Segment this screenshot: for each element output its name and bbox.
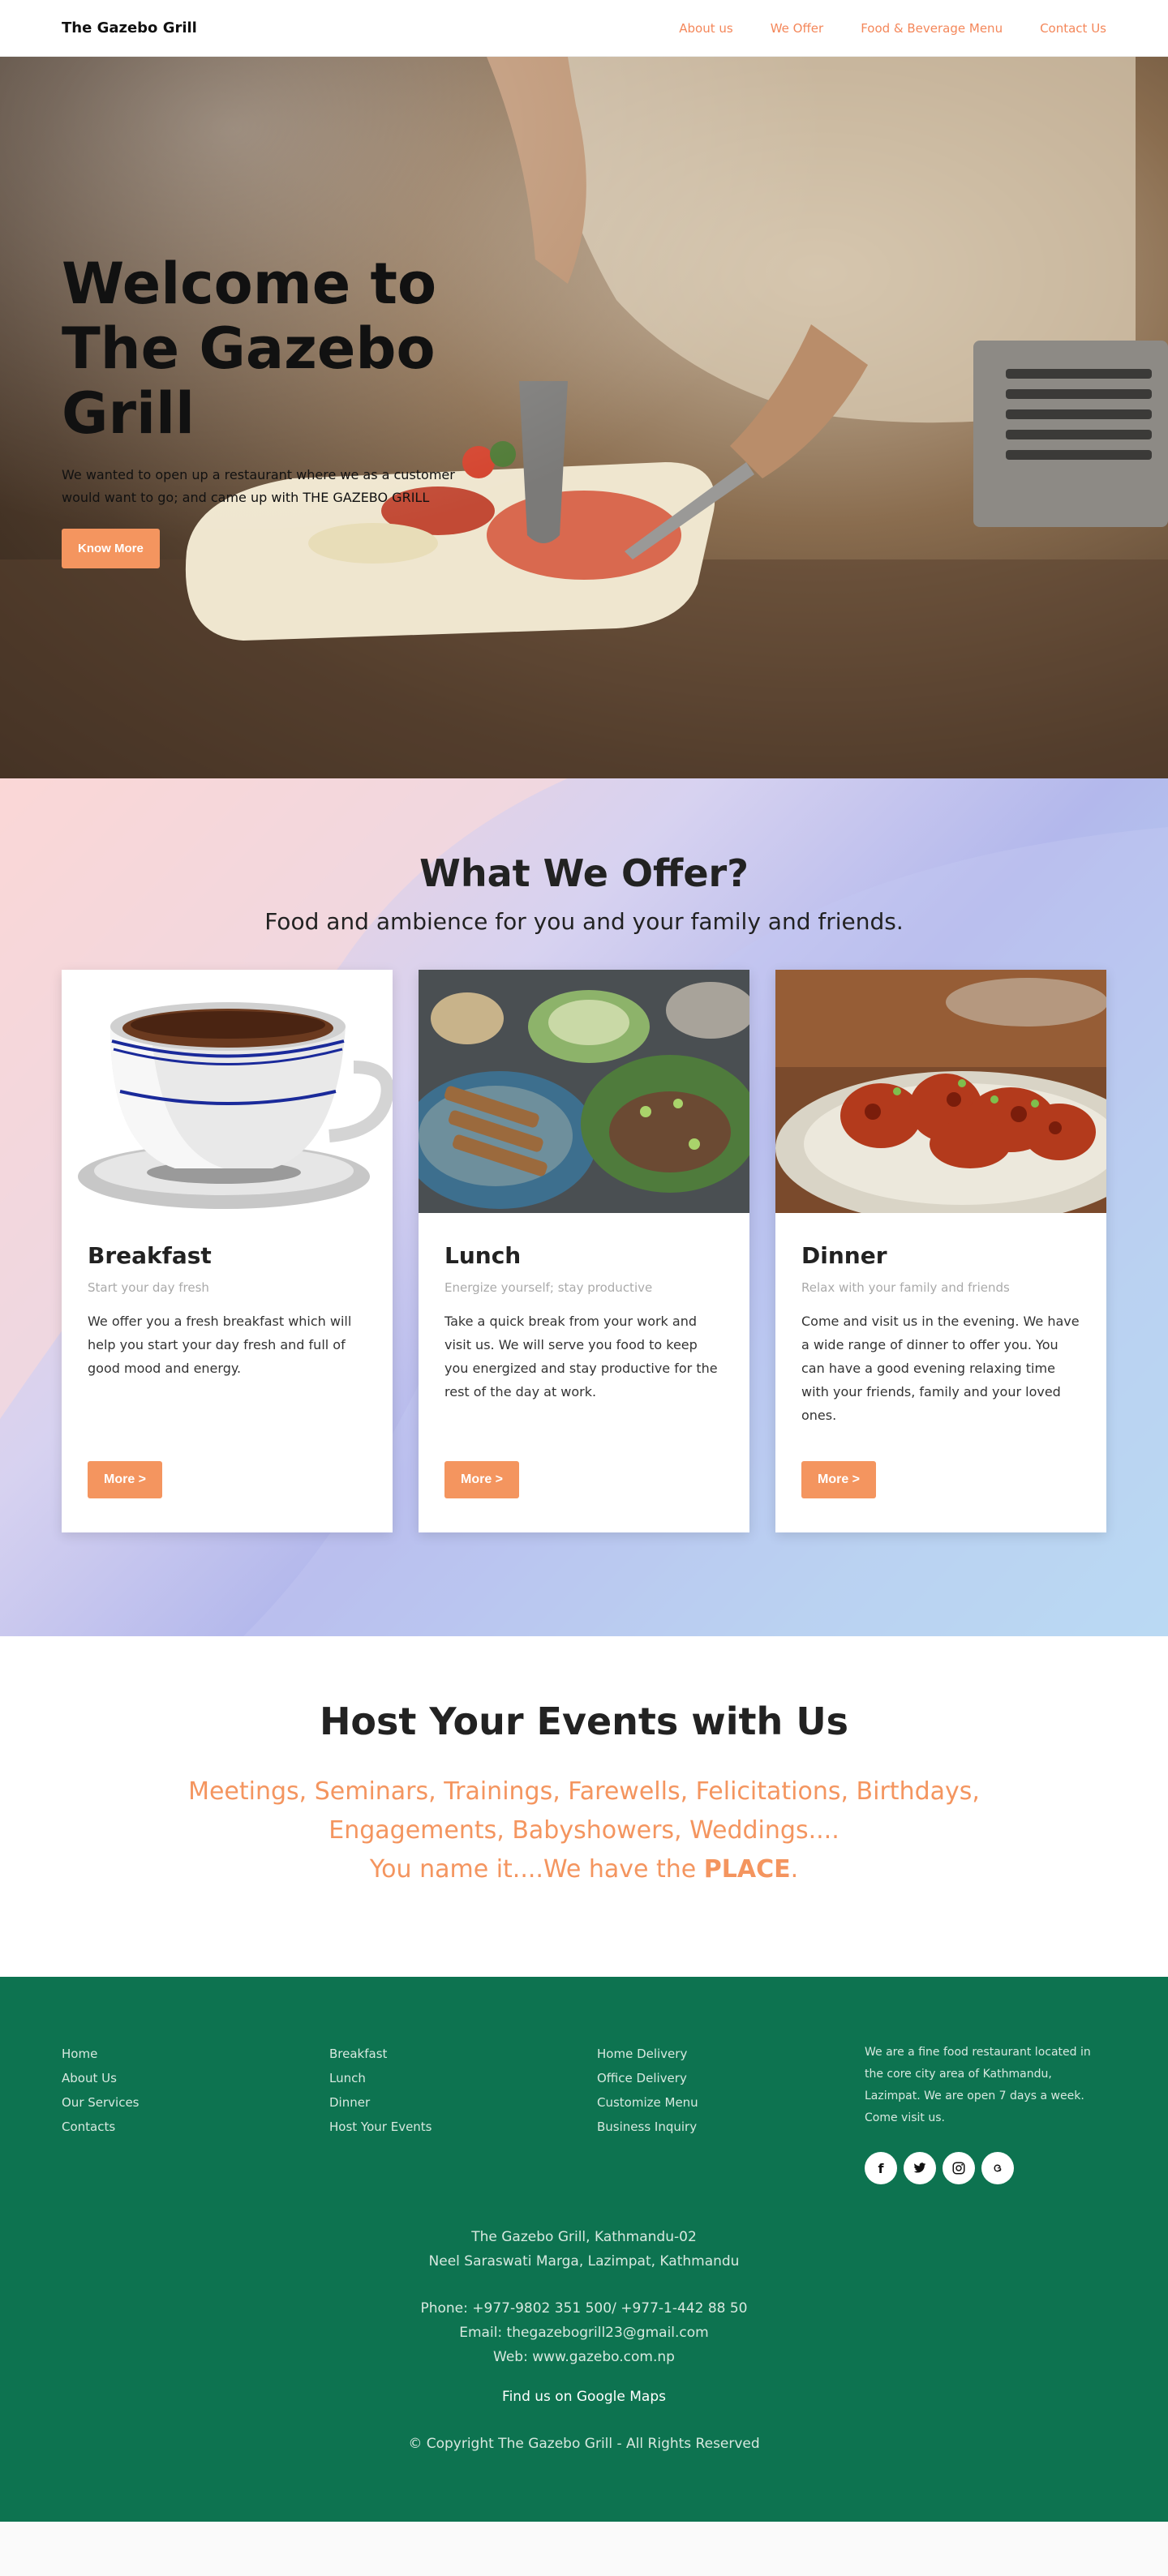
breakfast-image — [62, 970, 393, 1213]
footer-link-services[interactable]: Our Services — [62, 2090, 329, 2115]
footer-link-about[interactable]: About Us — [62, 2066, 329, 2090]
events-line2: Engagements, Babyshowers, Weddings.... — [328, 1816, 840, 1845]
footer-address: The Gazebo Grill, Kathmandu-02 Neel Sara… — [0, 2225, 1168, 2274]
card-dinner: Dinner Relax with your family and friend… — [775, 970, 1106, 1532]
nav-link-menu[interactable]: Food & Beverage Menu — [861, 21, 1003, 36]
footer-email[interactable]: Email: thegazebogrill23@gmail.com — [0, 2321, 1168, 2345]
card-tagline: Start your day fresh — [88, 1280, 209, 1295]
nav-link-about[interactable]: About us — [679, 21, 732, 36]
footer: Home About Us Our Services Contacts Brea… — [0, 1977, 1168, 2522]
hero-title-line1: Welcome to — [62, 251, 437, 317]
footer-link-business-inquiry[interactable]: Business Inquiry — [597, 2115, 865, 2139]
footer-link-office-delivery[interactable]: Office Delivery — [597, 2066, 865, 2090]
hero-text: Welcome to The Gazebo Grill We wanted to… — [62, 251, 483, 568]
footer-link-dinner[interactable]: Dinner — [329, 2090, 597, 2115]
know-more-button[interactable]: Know More — [62, 529, 160, 568]
card-title: Breakfast — [88, 1242, 212, 1269]
nav-links: About us We Offer Food & Beverage Menu C… — [679, 21, 1106, 36]
card-tagline: Relax with your family and friends — [801, 1280, 1010, 1295]
card-body: Dinner Relax with your family and friend… — [775, 1213, 1106, 1427]
twitter-icon[interactable] — [904, 2152, 936, 2184]
events-line1: Meetings, Seminars, Trainings, Farewells… — [188, 1777, 980, 1806]
footer-phone: Phone: +977-9802 351 500/ +977-1-442 88 … — [420, 2300, 748, 2317]
brand-logo[interactable]: The Gazebo Grill — [62, 19, 197, 36]
footer-address-line2: Neel Saraswati Marga, Lazimpat, Kathmand… — [428, 2253, 740, 2270]
lunch-more-button[interactable]: More > — [444, 1461, 520, 1498]
card-text: We offer you a fresh breakfast which wil… — [88, 1314, 352, 1376]
card-body: Lunch Energize yourself; stay productive… — [419, 1213, 749, 1404]
lunch-food-photo — [419, 970, 749, 1213]
footer-web[interactable]: Web: www.gazebo.com.np — [0, 2345, 1168, 2369]
footer-link-lunch[interactable]: Lunch — [329, 2066, 597, 2090]
facebook-icon[interactable]: f — [865, 2152, 897, 2184]
card-tagline: Energize yourself; stay productive — [444, 1280, 653, 1295]
lunch-image — [419, 970, 749, 1213]
footer-address-line1: The Gazebo Grill, Kathmandu-02 — [471, 2229, 697, 2245]
events-title: Host Your Events with Us — [319, 1699, 849, 1743]
footer-about-text: We are a fine food restaurant located in… — [865, 2046, 1091, 2124]
dinner-more-button[interactable]: More > — [801, 1461, 877, 1498]
footer-link-contacts[interactable]: Contacts — [62, 2115, 329, 2139]
offer-section: What We Offer? Food and ambience for you… — [0, 778, 1168, 1636]
footer-link-events[interactable]: Host Your Events — [329, 2115, 597, 2139]
footer-copyright: © Copyright The Gazebo Grill - All Right… — [408, 2436, 760, 2452]
offer-title: What We Offer? — [419, 851, 749, 895]
instagram-icon[interactable] — [943, 2152, 975, 2184]
card-text: Take a quick break from your work and vi… — [444, 1314, 718, 1399]
breakfast-more-button[interactable]: More > — [88, 1461, 163, 1498]
events-text: Meetings, Seminars, Trainings, Farewells… — [187, 1772, 981, 1889]
offer-cards: Breakfast Start your day fresh We offer … — [62, 970, 1106, 1532]
dinner-food-photo — [775, 970, 1106, 1213]
footer-about: We are a fine food restaurant located in… — [865, 2042, 1108, 2184]
card-text: Come and visit us in the evening. We hav… — [801, 1314, 1080, 1423]
bottom-strip — [0, 2522, 1168, 2576]
events-line3-suffix: . — [790, 1855, 799, 1884]
footer-columns: Home About Us Our Services Contacts Brea… — [62, 2042, 1108, 2184]
footer-link-home-delivery[interactable]: Home Delivery — [597, 2042, 865, 2066]
events-section: Host Your Events with Us Meetings, Semin… — [0, 1636, 1168, 1977]
events-line3-prefix: You name it....We have the — [369, 1855, 704, 1884]
hero-title-line2: The Gazebo — [62, 315, 436, 382]
hero-section: Welcome to The Gazebo Grill We wanted to… — [0, 57, 1168, 778]
card-breakfast: Breakfast Start your day fresh We offer … — [62, 970, 393, 1532]
footer-link-breakfast[interactable]: Breakfast — [329, 2042, 597, 2066]
hero-subtitle: We wanted to open up a restaurant where … — [62, 467, 455, 505]
card-title: Lunch — [444, 1242, 522, 1269]
coffee-cup-illustration — [62, 970, 393, 1213]
nav-link-offer[interactable]: We Offer — [771, 21, 824, 36]
footer-link-customize-menu[interactable]: Customize Menu — [597, 2090, 865, 2115]
nav-link-contact[interactable]: Contact Us — [1040, 21, 1106, 36]
dinner-image — [775, 970, 1106, 1213]
footer-contact: Phone: +977-9802 351 500/ +977-1-442 88 … — [0, 2296, 1168, 2369]
top-nav: The Gazebo Grill About us We Offer Food … — [0, 0, 1168, 57]
footer-link-home[interactable]: Home — [62, 2042, 329, 2066]
hero-title-line3: Grill — [62, 380, 195, 447]
footer-col-site: Home About Us Our Services Contacts — [62, 2042, 329, 2184]
google-maps-link[interactable]: Find us on Google Maps — [0, 2389, 1168, 2405]
threads-icon[interactable] — [981, 2152, 1014, 2184]
card-title: Dinner — [801, 1242, 887, 1269]
footer-col-services: Home Delivery Office Delivery Customize … — [597, 2042, 865, 2184]
hero-title: Welcome to The Gazebo Grill — [62, 251, 483, 446]
footer-col-meals: Breakfast Lunch Dinner Host Your Events — [329, 2042, 597, 2184]
events-place-emphasis: PLACE — [703, 1855, 791, 1884]
card-body: Breakfast Start your day fresh We offer … — [62, 1213, 393, 1380]
card-lunch: Lunch Energize yourself; stay productive… — [419, 970, 749, 1532]
offer-subtitle: Food and ambience for you and your famil… — [264, 908, 904, 935]
social-links: f — [865, 2152, 1108, 2184]
